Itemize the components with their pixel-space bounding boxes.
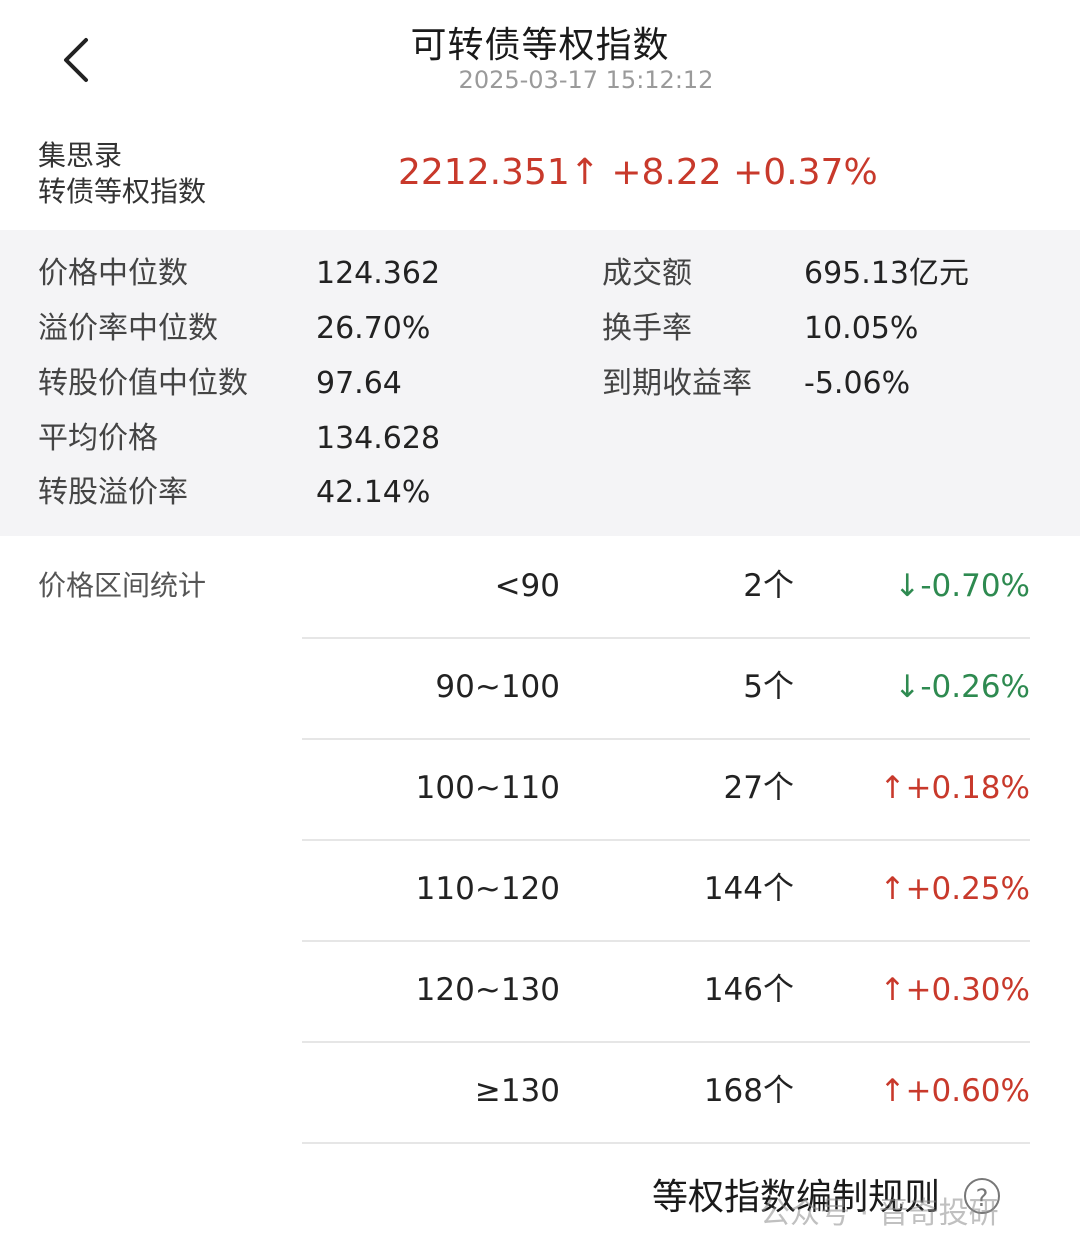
range-label: 90~100 xyxy=(435,669,560,705)
range-row: 100~110 27个 ↑+0.18% xyxy=(302,738,1030,841)
stat-value-conversion-premium: 42.14% xyxy=(316,475,431,510)
range-row: ≥130 168个 ↑+0.60% xyxy=(302,1041,1030,1144)
range-change: ↑+0.60% xyxy=(879,1073,1030,1109)
stat-row: 平均价格 134.628 xyxy=(0,419,1080,459)
range-label: 100~110 xyxy=(415,770,560,806)
range-count: 168个 xyxy=(703,1073,794,1109)
price-range-section: 价格区间统计 <90 2个 ↓-0.70% 90~100 5个 ↓-0.26% … xyxy=(0,536,1080,1146)
stat-value-turnover-rate: 10.05% xyxy=(804,311,919,346)
stat-row: 价格中位数 124.362 成交额 695.13亿元 xyxy=(0,254,1080,294)
range-count: 146个 xyxy=(703,972,794,1008)
range-label: 120~130 xyxy=(415,972,560,1008)
stat-value-turnover-amount: 695.13亿元 xyxy=(804,256,969,291)
stat-value-median-price: 124.362 xyxy=(316,256,441,291)
index-name: 集思录 转债等权指数 xyxy=(38,138,206,210)
range-change: ↑+0.25% xyxy=(879,871,1030,907)
stats-panel: 价格中位数 124.362 成交额 695.13亿元 溢价率中位数 26.70%… xyxy=(0,230,1080,536)
stat-row: 转股价值中位数 97.64 到期收益率 -5.06% xyxy=(0,364,1080,404)
range-change: ↑+0.18% xyxy=(879,770,1030,806)
stat-label-ytm: 到期收益率 xyxy=(602,366,752,401)
index-name-line2: 转债等权指数 xyxy=(38,175,207,208)
index-summary: 集思录 转债等权指数 2212.351↑ +8.22 +0.37% xyxy=(0,130,1080,230)
stat-label-turnover-rate: 换手率 xyxy=(602,311,692,346)
stat-label-median-conversion-value: 转股价值中位数 xyxy=(38,366,248,401)
range-row: <90 2个 ↓-0.70% xyxy=(302,536,1030,639)
index-value: 2212.351↑ +8.22 +0.37% xyxy=(398,152,878,193)
range-row: 120~130 146个 ↑+0.30% xyxy=(302,940,1030,1043)
stat-row: 转股溢价率 42.14% xyxy=(0,473,1080,513)
stat-label-average-price: 平均价格 xyxy=(38,421,158,456)
range-change: ↑+0.30% xyxy=(879,972,1030,1008)
price-range-title: 价格区间统计 xyxy=(38,569,207,602)
stat-value-average-price: 134.628 xyxy=(316,421,441,456)
stat-value-median-conversion-value: 97.64 xyxy=(316,366,402,401)
range-change: ↓-0.26% xyxy=(894,669,1030,705)
watermark: 公众号 · 晋奇投研 xyxy=(760,1196,999,1231)
update-timestamp: 2025-03-17 15:12:12 xyxy=(458,66,714,94)
index-name-line1: 集思录 xyxy=(38,139,123,172)
stat-row: 溢价率中位数 26.70% 换手率 10.05% xyxy=(0,309,1080,349)
stat-label-conversion-premium: 转股溢价率 xyxy=(38,475,188,510)
header: 可转债等权指数 2025-03-17 15:12:12 xyxy=(0,0,1080,120)
range-count: 144个 xyxy=(703,871,794,907)
range-count: 27个 xyxy=(723,770,794,806)
range-label: 110~120 xyxy=(415,871,560,907)
range-label: <90 xyxy=(494,568,560,604)
stat-label-median-premium: 溢价率中位数 xyxy=(38,311,218,346)
range-row: 110~120 144个 ↑+0.25% xyxy=(302,839,1030,942)
range-change: ↓-0.70% xyxy=(894,568,1030,604)
range-row: 90~100 5个 ↓-0.26% xyxy=(302,637,1030,740)
range-count: 2个 xyxy=(743,568,794,604)
stat-label-median-price: 价格中位数 xyxy=(38,256,188,291)
stat-value-ytm: -5.06% xyxy=(804,366,911,401)
stat-value-median-premium: 26.70% xyxy=(316,311,431,346)
range-count: 5个 xyxy=(743,669,794,705)
page-title: 可转债等权指数 xyxy=(410,25,670,66)
stat-label-turnover-amount: 成交额 xyxy=(602,256,692,291)
range-label: ≥130 xyxy=(474,1073,560,1109)
